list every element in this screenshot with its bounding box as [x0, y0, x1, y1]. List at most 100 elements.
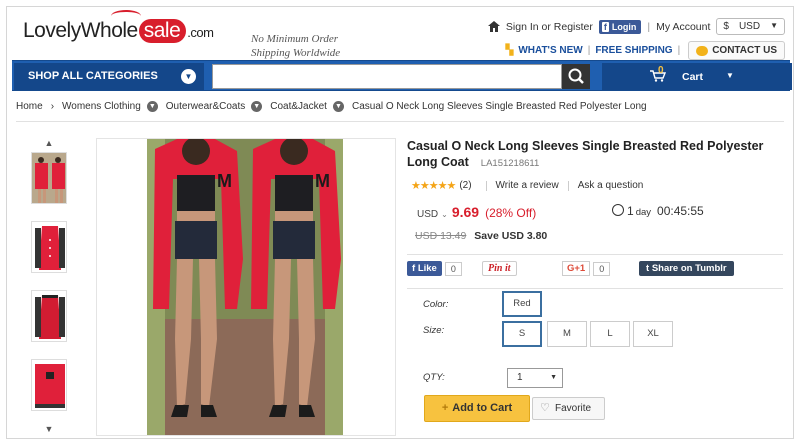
divider [16, 121, 784, 122]
google-plus-count: 0 [593, 261, 611, 276]
discount-percent: (28% Off) [485, 206, 537, 220]
dollar-icon: $ [723, 21, 729, 32]
chevron-down-icon[interactable]: ▼ [146, 101, 158, 112]
size-option-l[interactable]: L [590, 321, 630, 347]
savings-row: USD 13.49 Save USD 3.80 [415, 230, 547, 242]
separator: | [677, 45, 681, 56]
chevron-down-icon: ▼ [770, 21, 778, 30]
facebook-like-label: Like [417, 263, 437, 274]
google-plus-widget: G+1 0 [562, 261, 611, 276]
breadcrumb-home[interactable]: Home [16, 101, 43, 112]
write-review-link[interactable]: Write a review [496, 180, 559, 191]
rating-row: ★★★★★ (2) Write a review Ask a question [411, 179, 643, 192]
breadcrumb-separator: › [50, 101, 55, 112]
separator: | [587, 45, 591, 56]
product-title: Casual O Neck Long Sleeves Single Breast… [407, 138, 777, 172]
google-plus-button[interactable]: G+1 [562, 261, 591, 276]
shop-all-label: SHOP ALL CATEGORIES [28, 70, 158, 82]
quantity-select[interactable]: 1 ▼ [507, 368, 563, 388]
savings-amount: Save USD 3.80 [474, 230, 548, 242]
thumbnail-down-arrow[interactable]: ▼ [42, 424, 56, 434]
svg-text:M: M [315, 171, 330, 191]
svg-text:M: M [217, 171, 232, 191]
main-product-image[interactable]: M M [96, 138, 396, 436]
chevron-down-icon[interactable]: ▼ [332, 101, 344, 112]
chevron-down-icon: ▼ [550, 374, 557, 381]
add-to-cart-button[interactable]: + Add to Cart [424, 395, 530, 422]
contact-us-button[interactable]: CONTACT US [688, 41, 785, 60]
breadcrumb-current: Casual O Neck Long Sleeves Single Breast… [351, 101, 647, 112]
thumbnail-2[interactable] [31, 221, 67, 273]
product-title-text: Casual O Neck Long Sleeves Single Breast… [407, 139, 764, 169]
heart-icon: ♡ [540, 402, 550, 414]
divider [407, 254, 783, 255]
size-option-m[interactable]: M [547, 321, 587, 347]
signin-link[interactable]: Sign In or Register [506, 21, 593, 33]
my-account-link[interactable]: My Account [656, 21, 710, 33]
cart-button[interactable]: 0 Cart ▼ [602, 63, 792, 90]
color-option-red[interactable]: Red [502, 291, 542, 317]
separator [485, 180, 487, 191]
timer-days: 1 [627, 204, 634, 218]
review-count[interactable]: (2) [459, 180, 471, 191]
shop-all-categories-button[interactable]: SHOP ALL CATEGORIES ▼ [14, 63, 204, 90]
page-frame: LovelyWhole sale .com No Minimum Order Shi… [6, 6, 794, 439]
chevron-down-icon[interactable]: ⌄ [441, 210, 448, 219]
search-button[interactable] [562, 64, 590, 89]
separator: | [647, 20, 651, 33]
chevron-down-icon: ▼ [726, 71, 734, 80]
logo-text-2: sale [138, 19, 187, 43]
whats-new-link[interactable]: WHAT'S NEW [518, 45, 582, 56]
currency-select[interactable]: $ USD ▼ [716, 18, 785, 35]
clock-icon [612, 204, 624, 216]
tumblr-share-label: Share on Tumblr [651, 263, 727, 274]
plus-icon: + [441, 402, 449, 414]
rating-stars-icon: ★★★★★ [411, 180, 456, 192]
logo-text-3: .com [187, 25, 214, 40]
site-logo[interactable]: LovelyWhole sale .com [23, 19, 214, 43]
breadcrumb-outerwear[interactable]: Outerwear&Coats [166, 101, 245, 112]
facebook-like-widget: f Like 0 [407, 261, 462, 276]
thumbnail-3-image [32, 291, 66, 341]
tagline-line-1: No Minimum Order [251, 33, 338, 45]
pinterest-button[interactable]: Pin it [482, 261, 517, 276]
free-shipping-link[interactable]: FREE SHIPPING [595, 45, 672, 56]
cart-count: 0 [658, 65, 664, 76]
breadcrumb-coat-jacket[interactable]: Coat&Jacket [270, 101, 327, 112]
thumbnail-4[interactable] [31, 359, 67, 411]
price-row: USD ⌄ 9.69 (28% Off) [417, 204, 536, 220]
logo-text-1: LovelyWhole [23, 19, 138, 42]
thumbnail-3[interactable] [31, 290, 67, 342]
facebook-login-button[interactable]: f Login [598, 19, 642, 34]
chevron-down-icon[interactable]: ▼ [251, 101, 263, 112]
thumbnail-2-image [32, 222, 66, 272]
facebook-login-label: Login [611, 21, 637, 32]
divider [407, 288, 783, 289]
current-price: 9.69 [451, 204, 480, 220]
size-label: Size: [423, 325, 445, 336]
color-label: Color: [423, 299, 449, 310]
thumbnail-up-arrow[interactable]: ▲ [42, 138, 56, 148]
original-price: USD 13.49 [415, 230, 467, 242]
facebook-like-button[interactable]: f Like [407, 261, 442, 276]
price-currency-select[interactable]: USD [417, 209, 438, 220]
account-links: Sign In or Register f Login | My Account … [487, 18, 785, 35]
favorite-button[interactable]: ♡ Favorite [532, 397, 605, 420]
tagline-line-2: Shipping Worldwide [251, 47, 341, 59]
facebook-like-count: 0 [444, 261, 462, 276]
thumbnail-1[interactable] [31, 152, 67, 204]
size-option-s[interactable]: S [502, 321, 542, 347]
search-input[interactable] [212, 64, 562, 89]
quantity-value: 1 [517, 372, 523, 383]
size-option-xl[interactable]: XL [633, 321, 673, 347]
breadcrumb-womens-clothing[interactable]: Womens Clothing [62, 101, 141, 112]
pinterest-widget: Pin it [482, 261, 517, 276]
logo-swoosh [111, 10, 141, 22]
tumblr-share-button[interactable]: t Share on Tumblr [639, 261, 734, 276]
promo-links: ▚ WHAT'S NEW | FREE SHIPPING | CONTACT U… [506, 41, 785, 60]
chevron-down-icon: ▼ [181, 69, 196, 84]
product-photo: M M [97, 139, 395, 435]
search-icon [568, 68, 584, 84]
ask-question-link[interactable]: Ask a question [578, 180, 644, 191]
product-sku: LA151218611 [480, 158, 540, 169]
